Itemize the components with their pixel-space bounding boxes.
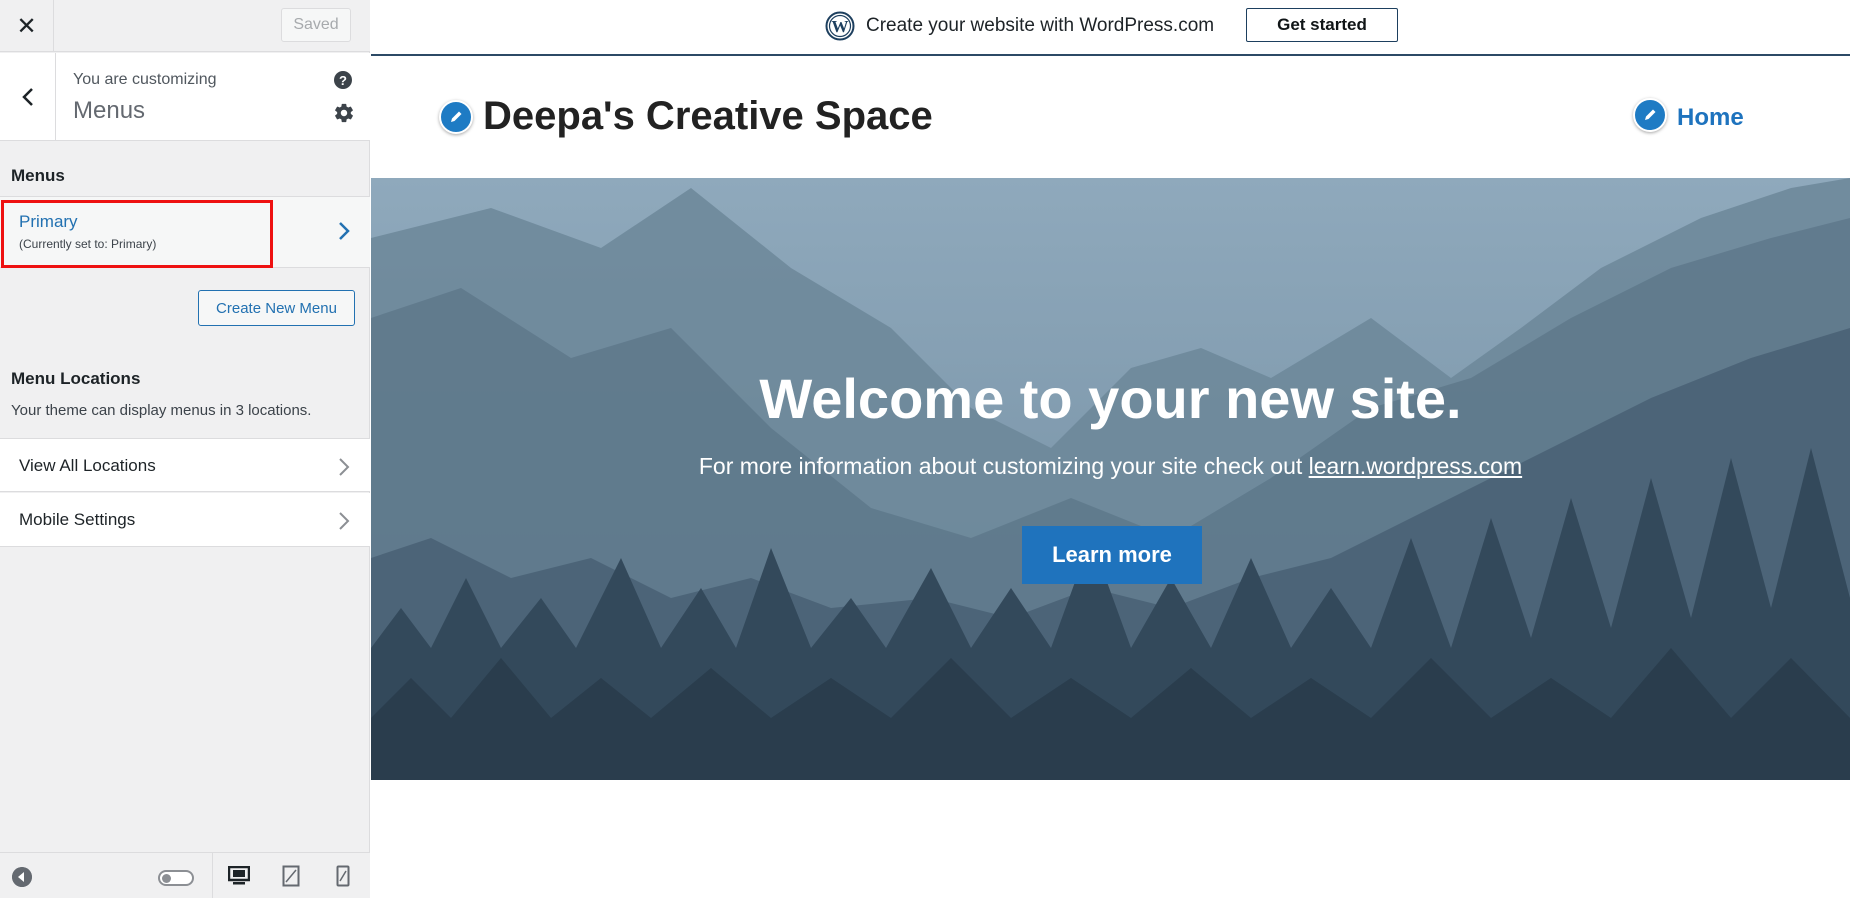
chevron-right-icon	[339, 458, 350, 476]
site-title[interactable]: Deepa's Creative Space	[483, 94, 933, 139]
panel-header: You are customizing Menus ?	[0, 53, 370, 141]
sidebar-top-bar: ✕ Saved	[0, 0, 370, 52]
create-new-menu-button[interactable]: Create New Menu	[198, 290, 355, 326]
back-button[interactable]	[0, 53, 56, 141]
edit-nav-menu-pencil-icon[interactable]	[1633, 98, 1667, 132]
gear-icon[interactable]	[333, 102, 355, 124]
sidebar-footer	[0, 852, 370, 898]
chevron-left-icon	[21, 88, 33, 106]
primary-menu-subtitle: (Currently set to: Primary)	[19, 237, 157, 251]
site-header: Deepa's Creative Space Home	[371, 58, 1850, 178]
hero-title: Welcome to your new site.	[759, 367, 1462, 430]
mobile-settings-label: Mobile Settings	[19, 510, 136, 529]
toggle-icon[interactable]	[158, 870, 194, 886]
saved-button[interactable]: Saved	[281, 8, 351, 42]
wordpress-logo-icon: W	[825, 11, 855, 41]
edit-site-title-pencil-icon[interactable]	[439, 100, 473, 134]
svg-text:W: W	[832, 17, 849, 36]
learn-wordpress-link[interactable]: learn.wordpress.com	[1309, 453, 1522, 479]
menus-heading: Menus	[11, 166, 65, 185]
site-preview: W Create your website with WordPress.com…	[371, 0, 1850, 898]
chevron-right-icon	[339, 512, 350, 530]
hero-subtitle-text: For more information about customizing y…	[698, 453, 1309, 479]
get-started-button[interactable]: Get started	[1246, 8, 1398, 42]
view-all-locations-row[interactable]: View All Locations	[0, 438, 370, 492]
collapse-icon[interactable]	[12, 867, 32, 887]
chevron-right-icon	[339, 222, 350, 240]
learn-more-button[interactable]: Learn more	[1022, 526, 1202, 584]
menu-locations-description: Your theme can display menus in 3 locati…	[11, 402, 312, 419]
menu-locations-heading: Menu Locations	[11, 369, 141, 388]
hero-subtitle: For more information about customizing y…	[371, 453, 1850, 480]
customizing-label: You are customizing	[73, 71, 217, 88]
promo-text: Create your website with WordPress.com	[866, 15, 1215, 36]
nav-home-link[interactable]: Home	[1677, 104, 1744, 132]
hero-section: Welcome to your new site. For more infor…	[371, 178, 1850, 780]
view-all-locations-label: View All Locations	[19, 456, 156, 475]
panel-title: Menus	[73, 97, 146, 124]
primary-menu-title: Primary	[19, 212, 78, 231]
mobile-settings-row[interactable]: Mobile Settings	[0, 493, 370, 547]
help-icon[interactable]: ?	[334, 71, 352, 89]
footer-divider	[212, 853, 213, 898]
customizer-sidebar: ✕ Saved You are customizing Menus ? Menu…	[0, 0, 370, 898]
primary-menu-item[interactable]: Primary (Currently set to: Primary)	[0, 196, 370, 268]
tablet-icon[interactable]	[278, 863, 304, 889]
desktop-icon[interactable]	[226, 863, 252, 889]
close-icon[interactable]: ✕	[0, 0, 54, 52]
mobile-icon[interactable]	[330, 863, 356, 889]
promo-bar: W Create your website with WordPress.com…	[371, 0, 1850, 56]
